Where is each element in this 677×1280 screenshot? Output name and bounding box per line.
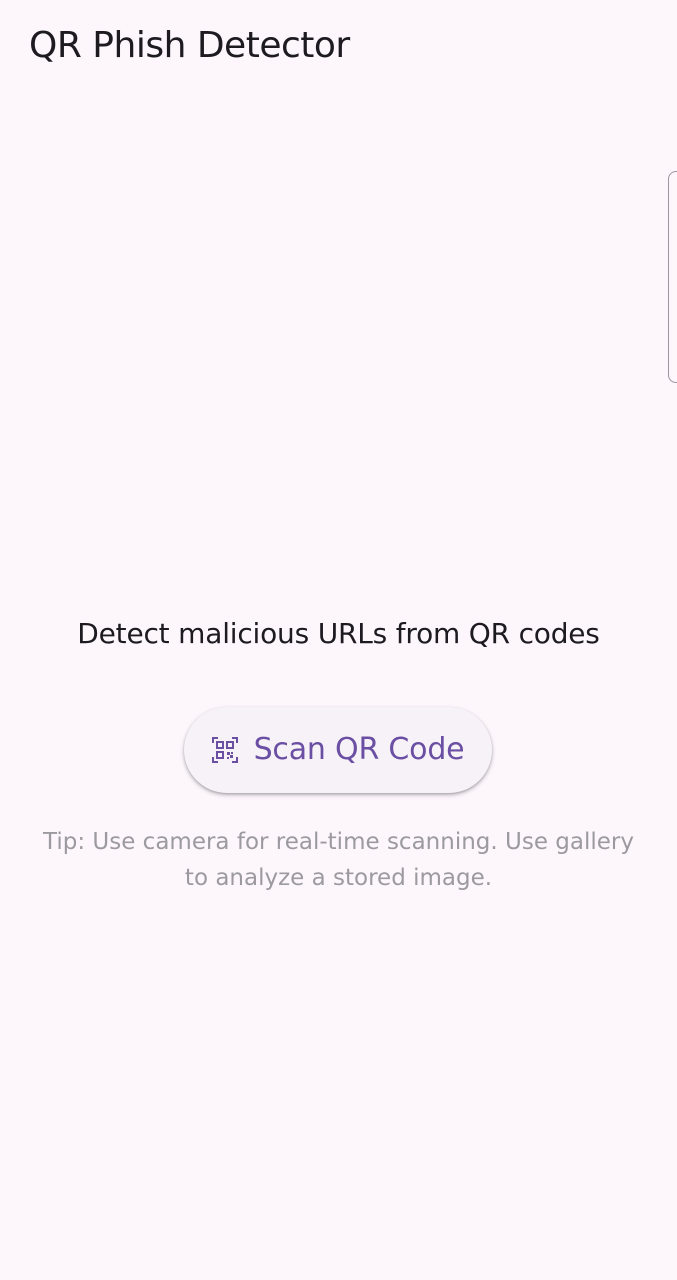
scan-button-label: Scan QR Code <box>253 732 465 767</box>
subtitle-text: Detect malicious URLs from QR codes <box>77 617 600 650</box>
qr-code-scanner-icon <box>211 737 238 763</box>
scan-qr-code-button[interactable]: Scan QR Code <box>184 707 492 793</box>
main-content: Detect malicious URLs from QR codes Scan… <box>0 0 677 1280</box>
tip-text: Tip: Use camera for real-time scanning. … <box>43 829 634 891</box>
